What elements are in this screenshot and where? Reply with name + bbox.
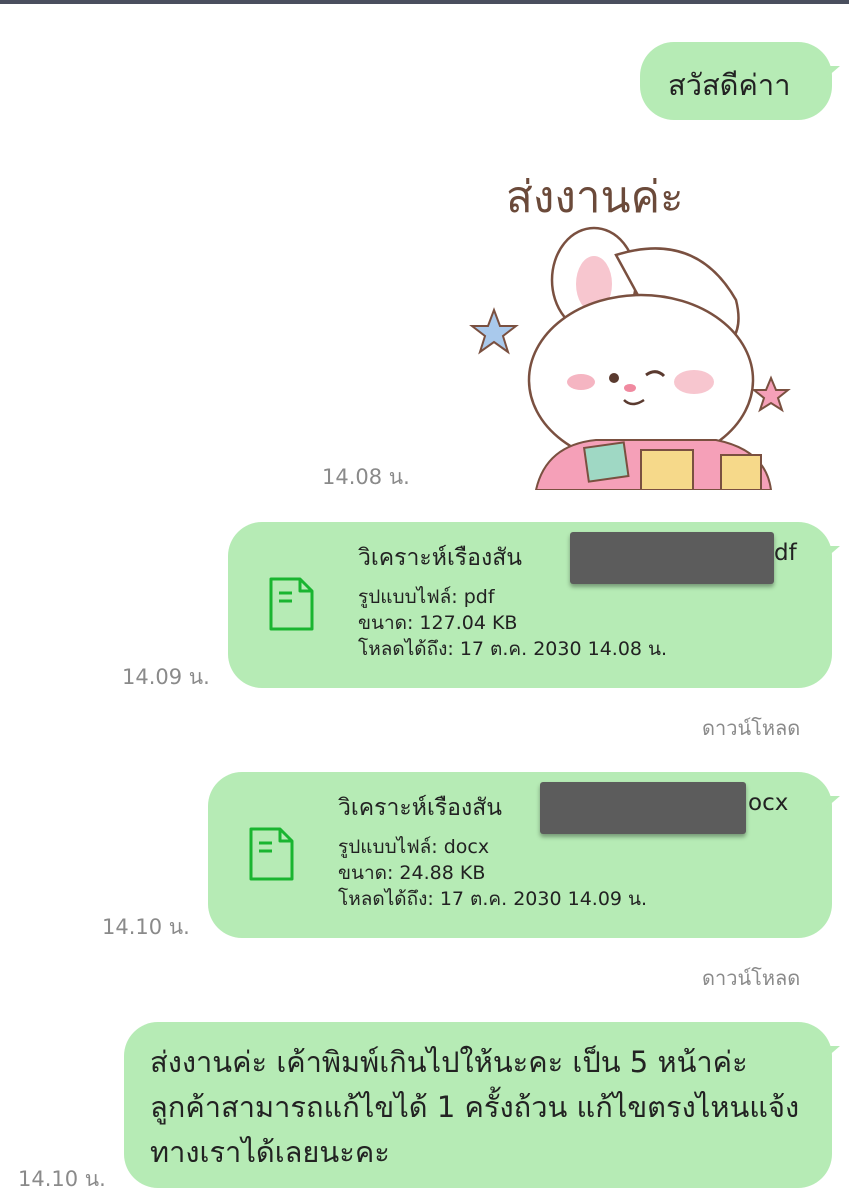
message-text: ส่งงานค่ะ เค้าพิมพ์เกินไปให้นะคะ เป็น 5 … xyxy=(150,1045,800,1169)
top-bar xyxy=(0,0,849,4)
file-name: วิเคราะห์เรืองสัน xyxy=(338,795,502,821)
sticker-rabbit[interactable]: ส่งงานค่ะ xyxy=(466,160,796,491)
sticker-caption: ส่งงานค่ะ xyxy=(506,172,684,223)
timestamp: 14.10 น. xyxy=(18,1167,106,1191)
timestamp: 14.08 น. xyxy=(322,465,410,489)
download-link[interactable]: ดาวน์โหลด xyxy=(702,962,800,994)
file-expiry: โหลดได้ถึง: 17 ต.ค. 2030 14.08 น. xyxy=(358,638,668,660)
star-icon xyxy=(469,307,519,355)
bubble-tail xyxy=(826,796,840,808)
bubble-tail xyxy=(826,66,840,78)
bubble-tail xyxy=(826,546,840,558)
message-bubble-note[interactable]: ส่งงานค่ะ เค้าพิมพ์เกินไปให้นะคะ เป็น 5 … xyxy=(124,1022,832,1188)
file-type: รูปแบบไฟล์: pdf xyxy=(358,586,495,608)
redacted-filename xyxy=(540,782,746,834)
message-text: สวัสดีค่าา xyxy=(668,68,791,102)
file-expiry: โหลดได้ถึง: 17 ต.ค. 2030 14.09 น. xyxy=(338,888,648,910)
file-message-pdf[interactable]: วิเคราะห์เรืองสัน df รูปแบบไฟล์: pdf ขนา… xyxy=(228,522,832,688)
file-name: วิเคราะห์เรืองสัน xyxy=(358,545,522,571)
timestamp: 14.09 น. xyxy=(122,665,210,689)
redacted-filename xyxy=(570,532,774,584)
file-type: รูปแบบไฟล์: docx xyxy=(338,836,490,858)
file-details: รูปแบบไฟล์: docx ขนาด: 24.88 KB โหลดได้ถ… xyxy=(338,834,647,912)
file-name-suffix: df xyxy=(774,540,797,566)
timestamp: 14.10 น. xyxy=(102,915,190,939)
document-file-icon xyxy=(249,827,294,881)
file-size: ขนาด: 127.04 KB xyxy=(358,612,518,634)
file-message-docx[interactable]: วิเคราะห์เรืองสัน ocx รูปแบบไฟล์: docx ข… xyxy=(208,772,832,938)
file-size: ขนาด: 24.88 KB xyxy=(338,862,486,884)
document-file-icon xyxy=(269,577,314,631)
message-bubble-greeting[interactable]: สวัสดีค่าา xyxy=(640,42,832,120)
file-name-suffix: ocx xyxy=(748,790,789,816)
download-link[interactable]: ดาวน์โหลด xyxy=(702,712,800,744)
bubble-tail xyxy=(826,1046,840,1058)
star-icon xyxy=(751,375,791,413)
file-details: รูปแบบไฟล์: pdf ขนาด: 127.04 KB โหลดได้ถ… xyxy=(358,584,667,662)
